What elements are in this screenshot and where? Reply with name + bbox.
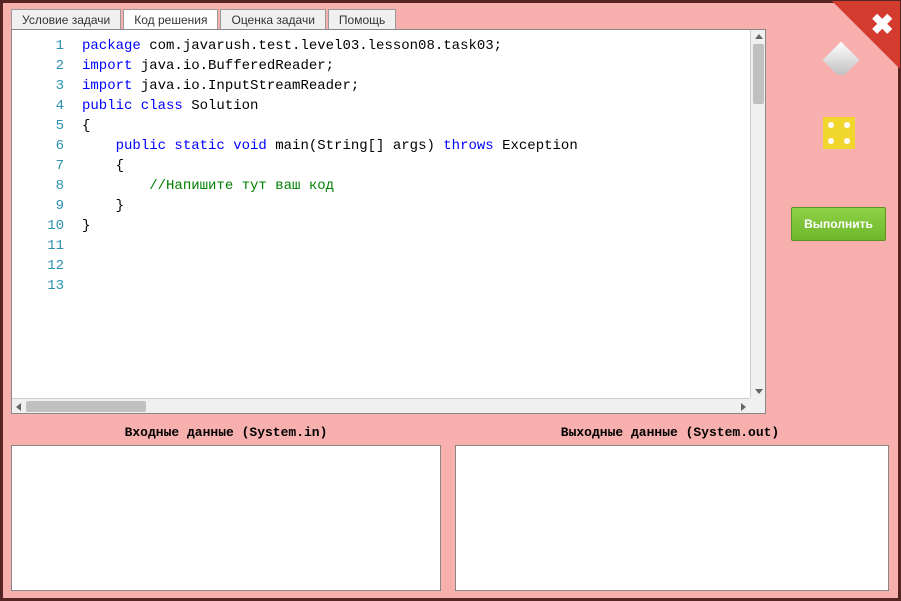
horizontal-scrollbar[interactable] [12,398,750,413]
line-number: 1 [12,36,64,56]
line-number: 3 [12,76,64,96]
line-number: 2 [12,56,64,76]
input-label: Входные данные (System.in) [11,425,441,440]
tab-bar: Условие задачи Код решения Оценка задачи… [11,9,396,30]
code-line[interactable]: import java.io.InputStreamReader; [82,76,750,96]
close-button[interactable]: ✖ [832,1,900,69]
line-number: 5 [12,116,64,136]
dice-icon[interactable] [823,117,855,149]
code-content[interactable]: package com.javarush.test.level03.lesson… [72,30,750,398]
tab-code[interactable]: Код решения [123,9,218,30]
line-number: 6 [12,136,64,156]
line-number: 11 [12,236,64,256]
code-line[interactable]: } [82,196,750,216]
output-box[interactable] [455,445,889,591]
code-editor[interactable]: 12345678910111213 package com.javarush.t… [11,29,766,414]
code-line[interactable]: { [82,156,750,176]
code-line[interactable]: { [82,116,750,136]
output-label: Выходные данные (System.out) [455,425,885,440]
line-number: 9 [12,196,64,216]
tab-condition[interactable]: Условие задачи [11,9,121,30]
line-number: 4 [12,96,64,116]
code-line[interactable]: //Напишите тут ваш код [82,176,750,196]
input-box[interactable] [11,445,441,591]
line-number: 7 [12,156,64,176]
line-number: 13 [12,276,64,296]
scroll-corner [750,398,765,413]
line-number: 10 [12,216,64,236]
code-line[interactable]: } [82,216,750,236]
line-number-gutter: 12345678910111213 [12,30,72,398]
tab-grade[interactable]: Оценка задачи [220,9,325,30]
line-number: 12 [12,256,64,276]
code-line[interactable]: package com.javarush.test.level03.lesson… [82,36,750,56]
run-button[interactable]: Выполнить [791,207,886,241]
vertical-scrollbar[interactable] [750,30,765,398]
code-line[interactable]: public class Solution [82,96,750,116]
close-icon: ✖ [871,11,894,39]
tab-help[interactable]: Помощь [328,9,396,30]
code-line[interactable]: import java.io.BufferedReader; [82,56,750,76]
line-number: 8 [12,176,64,196]
code-line[interactable]: public static void main(String[] args) t… [82,136,750,156]
